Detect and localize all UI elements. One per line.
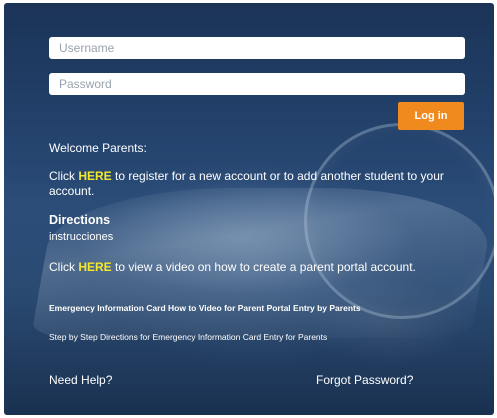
register-prefix: Click bbox=[49, 169, 79, 183]
register-text: Click HERE to register for a new account… bbox=[49, 169, 469, 199]
directions-subtitle: instrucciones bbox=[49, 231, 114, 243]
step-by-step-link[interactable]: Step by Step Directions for Emergency In… bbox=[49, 332, 327, 342]
register-here-link[interactable]: HERE bbox=[78, 169, 111, 183]
video-suffix: to view a video on how to create a paren… bbox=[111, 260, 416, 274]
username-input[interactable] bbox=[49, 37, 465, 59]
forgot-password-link[interactable]: Forgot Password? bbox=[316, 373, 413, 387]
password-input[interactable] bbox=[49, 73, 465, 95]
need-help-link[interactable]: Need Help? bbox=[49, 373, 112, 387]
emergency-video-link[interactable]: Emergency Information Card How to Video … bbox=[49, 303, 361, 313]
video-prefix: Click bbox=[49, 260, 79, 274]
video-text: Click HERE to view a video on how to cre… bbox=[49, 260, 416, 274]
directions-title: Directions bbox=[49, 213, 111, 227]
login-button[interactable]: Log in bbox=[398, 102, 464, 130]
video-here-link[interactable]: HERE bbox=[78, 260, 111, 274]
welcome-heading: Welcome Parents: bbox=[49, 141, 147, 155]
login-panel: Log in Welcome Parents: Click HERE to re… bbox=[4, 3, 494, 415]
background-magnifier-image bbox=[304, 123, 494, 319]
